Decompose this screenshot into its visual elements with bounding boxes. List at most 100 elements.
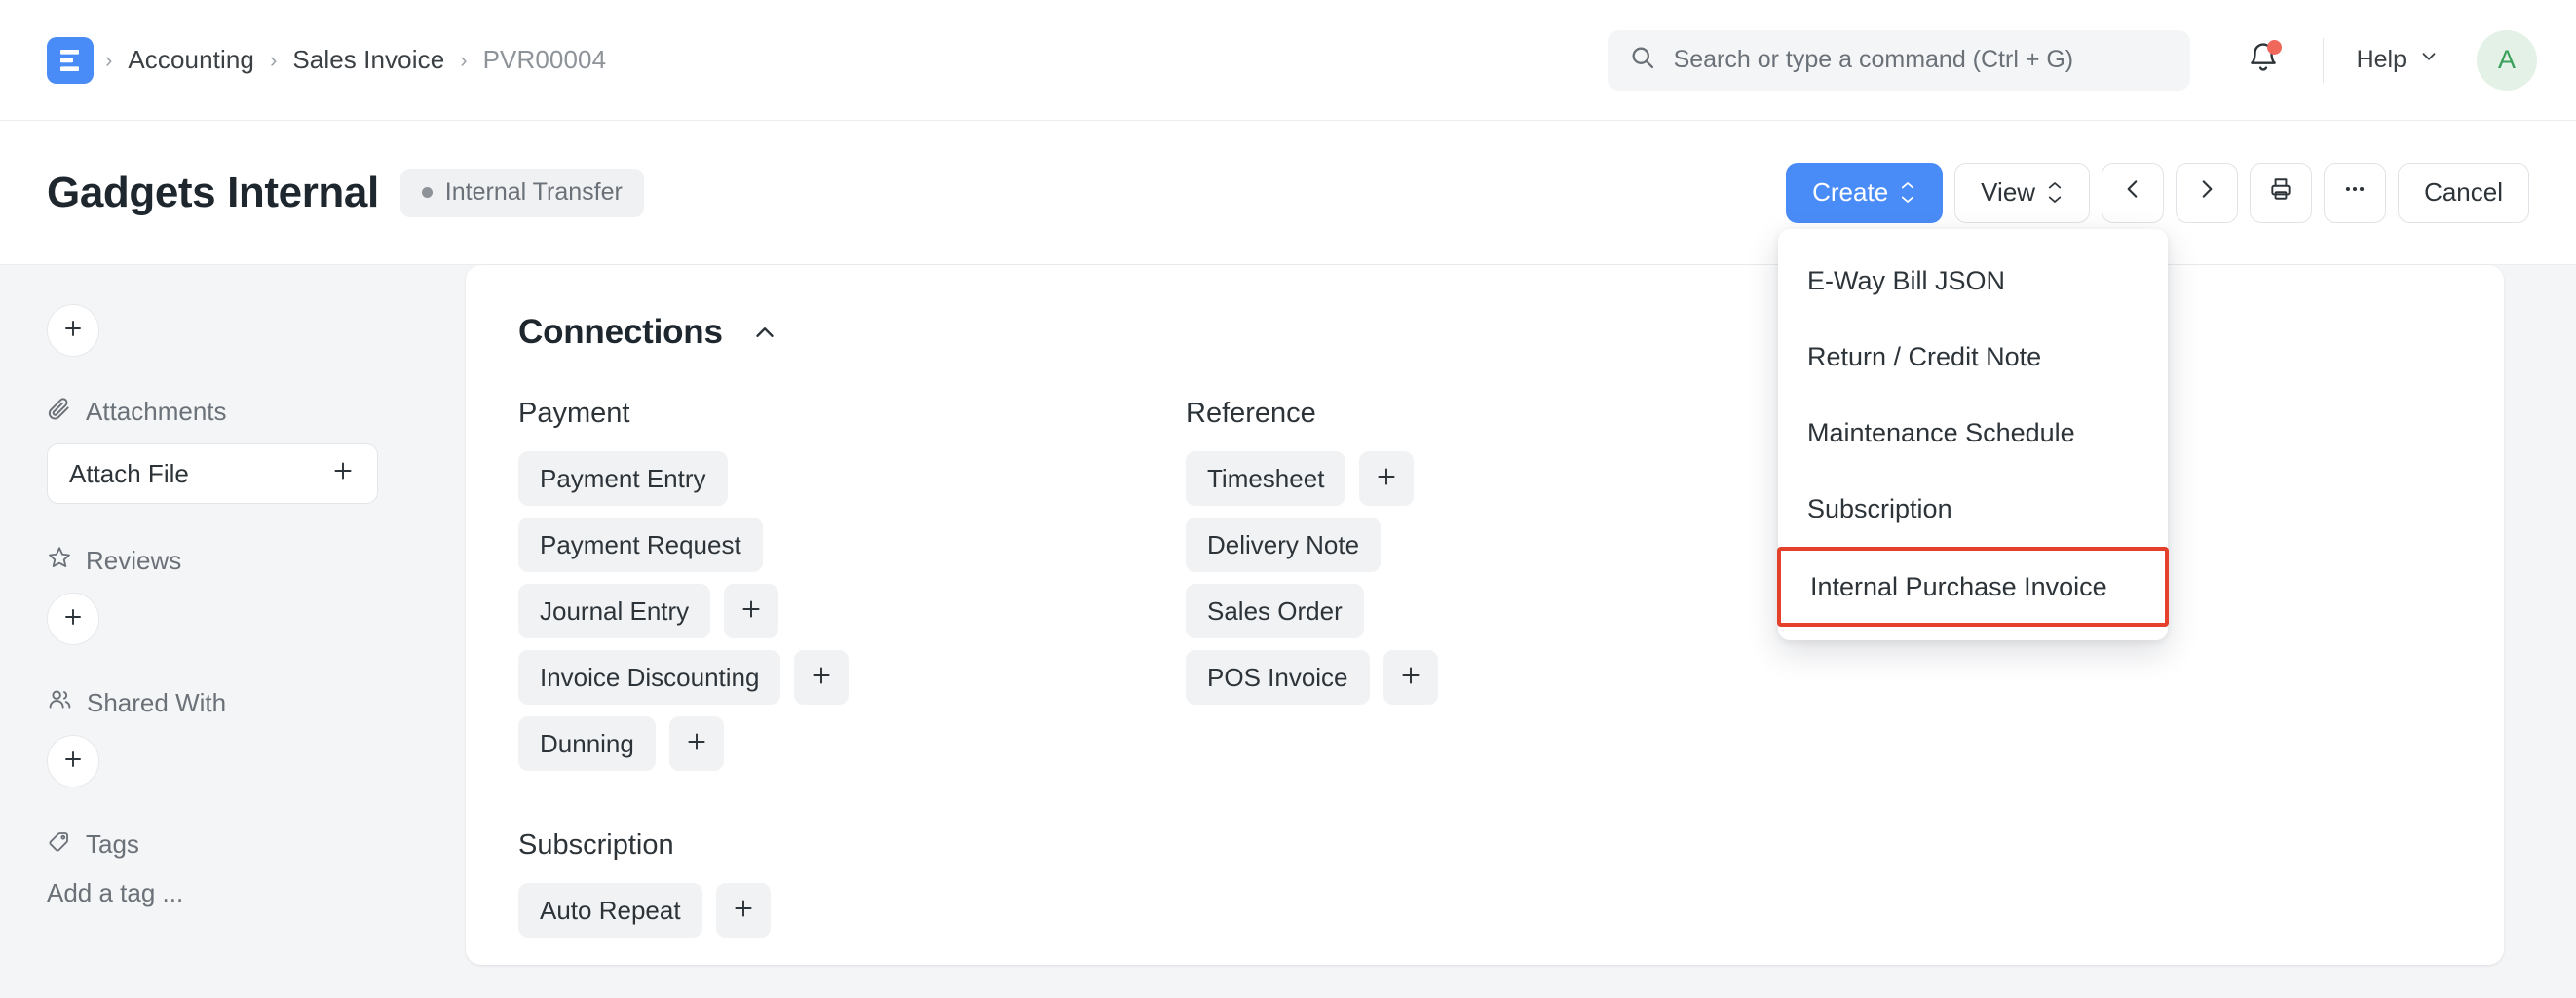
attach-file-label: Attach File (69, 459, 189, 489)
connection-row: Journal Entry (518, 584, 1186, 638)
add-pos-invoice-button[interactable] (1383, 650, 1438, 705)
link-payment-entry[interactable]: Payment Entry (518, 451, 728, 506)
breadcrumb-item-sales-invoice[interactable]: Sales Invoice (279, 45, 458, 75)
sidebar-label-attachments: Attachments (86, 397, 227, 427)
plus-icon (330, 458, 356, 490)
connection-row: Sales Order (1186, 584, 1853, 638)
help-label: Help (2357, 46, 2406, 74)
menu-item-subscription[interactable]: Subscription (1778, 471, 2168, 547)
add-journal-entry-button[interactable] (724, 584, 778, 638)
link-invoice-discounting[interactable]: Invoice Discounting (518, 650, 780, 705)
connection-row: Timesheet (1186, 451, 1853, 506)
menu-item-e-way-bill-json[interactable]: E-Way Bill JSON (1778, 243, 2168, 319)
sidebar-label-tags: Tags (86, 829, 139, 860)
plus-icon (731, 896, 756, 926)
print-button[interactable] (2250, 163, 2312, 223)
status-badge-label: Internal Transfer (445, 178, 623, 207)
connection-group-subscription: Subscription Auto Repeat (518, 829, 2451, 938)
link-delivery-note[interactable]: Delivery Note (1186, 518, 1381, 572)
chevron-up-icon[interactable] (744, 312, 785, 353)
previous-document-button[interactable] (2102, 163, 2164, 223)
connection-row: Auto Repeat (518, 883, 2451, 938)
page-actions: Create View (1786, 163, 2529, 223)
menu-item-maintenance-schedule[interactable]: Maintenance Schedule (1778, 395, 2168, 471)
breadcrumb-separator-1: › (268, 48, 279, 73)
connection-row: Delivery Note (1186, 518, 1853, 572)
add-invoice-discounting-button[interactable] (794, 650, 849, 705)
link-journal-entry[interactable]: Journal Entry (518, 584, 710, 638)
create-dropdown-menu: E-Way Bill JSON Return / Credit Note Mai… (1778, 229, 2168, 640)
connections-card: Connections Payment Payment Entry Paymen… (466, 265, 2504, 965)
sidebar-section-tags: Tags (47, 828, 419, 861)
connections-title: Connections (518, 313, 723, 352)
breadcrumb-item-accounting[interactable]: Accounting (114, 45, 268, 75)
users-icon (47, 686, 73, 719)
add-review-button[interactable] (47, 593, 99, 645)
search-icon (1629, 44, 1656, 76)
sidebar-section-attachments: Attachments (47, 396, 419, 428)
help-dropdown[interactable]: Help (2349, 46, 2447, 74)
link-pos-invoice[interactable]: POS Invoice (1186, 650, 1370, 705)
star-icon (47, 545, 72, 577)
connection-group-payment: Payment Payment Entry Payment Request Jo… (518, 398, 1186, 783)
group-title-subscription: Subscription (518, 829, 2451, 862)
breadcrumb-separator-0: › (103, 48, 114, 73)
link-dunning[interactable]: Dunning (518, 716, 656, 771)
breadcrumb-separator-2: › (458, 48, 469, 73)
plus-icon (1374, 464, 1399, 494)
tag-icon (47, 828, 72, 861)
connection-group-reference: Reference Timesheet Delivery Note Sales … (1186, 398, 1853, 783)
add-timesheet-button[interactable] (1359, 451, 1414, 506)
plus-icon (1398, 663, 1423, 693)
notifications-button[interactable] (2229, 30, 2297, 91)
app-root: › Accounting › Sales Invoice › PVR00004 … (0, 0, 2576, 998)
group-title-reference: Reference (1186, 398, 1853, 430)
add-dunning-button[interactable] (669, 716, 724, 771)
menu-item-internal-purchase-invoice[interactable]: Internal Purchase Invoice (1777, 547, 2169, 627)
status-badge: Internal Transfer (400, 169, 644, 217)
plus-icon (61, 605, 85, 633)
add-assignment-button[interactable] (47, 304, 99, 357)
link-auto-repeat[interactable]: Auto Repeat (518, 883, 702, 938)
view-button[interactable]: View (1954, 163, 2090, 223)
plus-icon (684, 729, 709, 759)
add-share-button[interactable] (47, 735, 99, 787)
search-input[interactable]: Search or type a command (Ctrl + G) (1608, 30, 2190, 91)
cancel-button[interactable]: Cancel (2398, 163, 2529, 223)
up-down-chevron-icon (1899, 181, 1916, 204)
avatar[interactable]: A (2477, 30, 2537, 91)
navbar-right: Search or type a command (Ctrl + G) Help (1608, 30, 2576, 91)
breadcrumb-item-current: PVR00004 (470, 45, 621, 75)
create-button-label: Create (1812, 177, 1888, 208)
menu-item-return-credit-note[interactable]: Return / Credit Note (1778, 319, 2168, 395)
group-title-payment: Payment (518, 398, 1186, 430)
next-document-button[interactable] (2176, 163, 2238, 223)
sidebar-label-reviews: Reviews (86, 546, 181, 576)
paperclip-icon (47, 396, 72, 428)
status-dot-icon (422, 187, 433, 198)
add-auto-repeat-button[interactable] (716, 883, 771, 938)
plus-icon (809, 663, 834, 693)
connection-row: Payment Entry (518, 451, 1186, 506)
erpnext-logo-icon[interactable] (47, 37, 94, 84)
search-placeholder: Search or type a command (Ctrl + G) (1674, 46, 2074, 74)
more-options-button[interactable] (2324, 163, 2386, 223)
top-navbar: › Accounting › Sales Invoice › PVR00004 … (0, 0, 2576, 121)
plus-icon (61, 748, 85, 776)
connection-row: Invoice Discounting (518, 650, 1186, 705)
notification-badge (2267, 40, 2282, 55)
link-payment-request[interactable]: Payment Request (518, 518, 763, 572)
add-tag-input[interactable]: Add a tag ... (47, 878, 419, 908)
navbar-divider (2323, 38, 2324, 83)
connection-row: POS Invoice (1186, 650, 1853, 705)
attach-file-button[interactable]: Attach File (47, 443, 378, 504)
navbar-left: › Accounting › Sales Invoice › PVR00004 (0, 37, 620, 84)
link-sales-order[interactable]: Sales Order (1186, 584, 1364, 638)
printer-icon (2268, 176, 2293, 209)
link-timesheet[interactable]: Timesheet (1186, 451, 1345, 506)
sidebar-section-reviews: Reviews (47, 545, 419, 577)
chevron-down-icon (2418, 46, 2440, 74)
breadcrumb: › Accounting › Sales Invoice › PVR00004 (103, 45, 620, 75)
create-button[interactable]: Create (1786, 163, 1943, 223)
connection-row: Payment Request (518, 518, 1186, 572)
